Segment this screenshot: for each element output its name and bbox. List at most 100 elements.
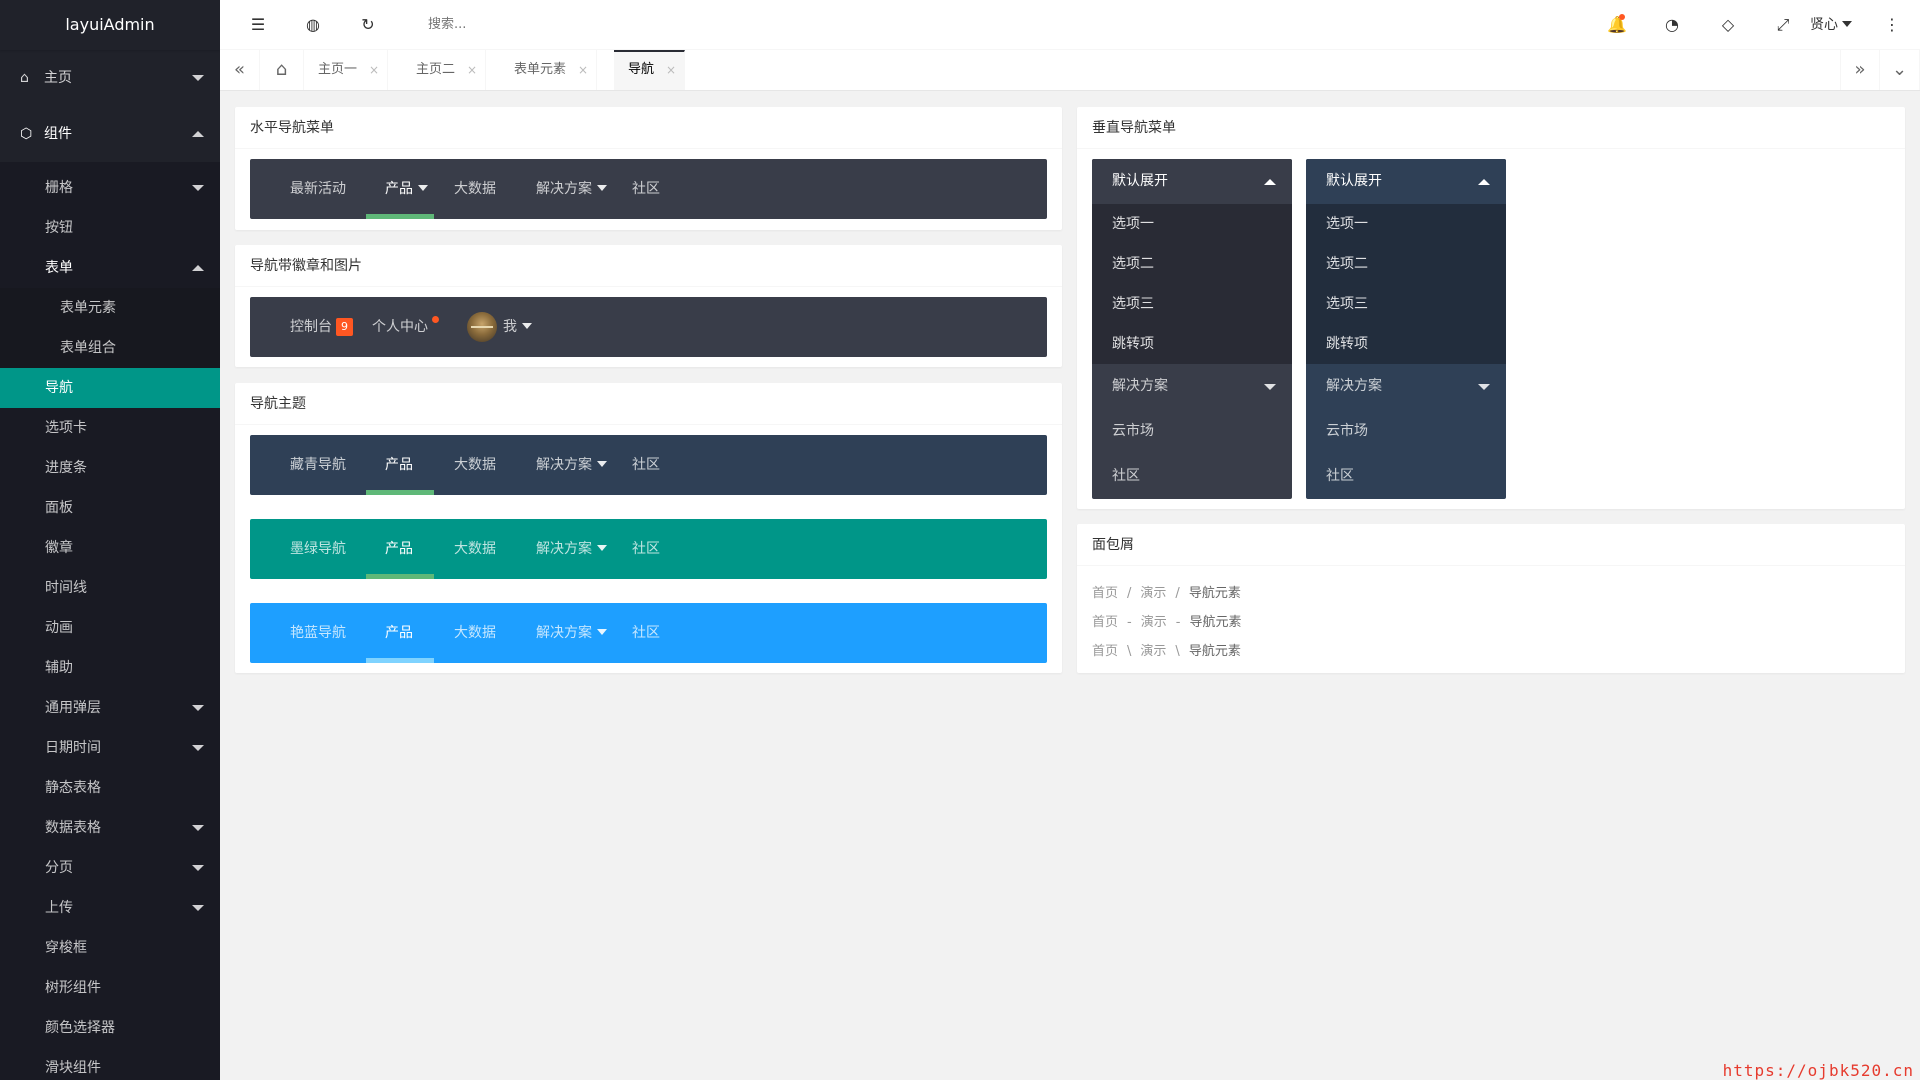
tab-label: 表单元素	[514, 62, 567, 77]
tab-item[interactable]: 主页二 ×	[402, 50, 487, 90]
vertical-nav-header[interactable]: 默认展开	[1092, 159, 1292, 204]
sidebar-item[interactable]: 徽章	[0, 528, 220, 568]
vertical-nav-item[interactable]: 云市场	[1306, 409, 1506, 454]
sidebar-item-form-elements[interactable]: 表单元素	[0, 288, 220, 328]
vertical-nav-subitem[interactable]: 选项一	[1092, 204, 1292, 244]
theme-icon[interactable]: ◔	[1652, 0, 1692, 50]
refresh-icon[interactable]: ↻	[348, 0, 388, 50]
sidebar-item-label: 树形组件	[45, 980, 101, 996]
sidebar-item[interactable]: 上传	[0, 888, 220, 928]
nav-item[interactable]: 墨绿导航	[290, 519, 346, 579]
sidebar-item[interactable]: 静态表格	[0, 768, 220, 808]
bell-icon[interactable]: 🔔	[1597, 0, 1637, 50]
user-menu[interactable]: 贤心	[1810, 0, 1852, 50]
vertical-nav-header[interactable]: 默认展开	[1306, 159, 1506, 204]
nav-item[interactable]: 大数据	[454, 519, 496, 579]
nav-item[interactable]: 大数据	[454, 159, 496, 219]
nav-item[interactable]: 大数据	[454, 603, 496, 663]
website-icon[interactable]: ◍	[293, 0, 333, 50]
breadcrumb-link[interactable]: 首页	[1092, 582, 1118, 601]
sidebar-item[interactable]: 进度条	[0, 448, 220, 488]
vertical-nav-subitem[interactable]: 选项一	[1306, 204, 1506, 244]
nav-item-profile[interactable]: 个人中心	[372, 297, 439, 357]
close-icon[interactable]: ×	[369, 50, 379, 90]
close-icon[interactable]: ×	[666, 52, 676, 88]
sidebar-item[interactable]: 时间线	[0, 568, 220, 608]
sidebar-item[interactable]: 选项卡	[0, 408, 220, 448]
nav-item-active[interactable]: 产品	[385, 603, 413, 663]
vertical-nav-subitem[interactable]: 选项二	[1306, 244, 1506, 284]
sidebar-item[interactable]: 分页	[0, 848, 220, 888]
vertical-nav-item[interactable]: 解决方案	[1092, 364, 1292, 409]
more-icon[interactable]: ⋮	[1872, 0, 1912, 50]
chevron-down-icon	[1264, 383, 1276, 390]
nav-item-active[interactable]: 产品	[385, 519, 413, 579]
sidebar-item-button[interactable]: 按钮	[0, 208, 220, 248]
close-icon[interactable]: ×	[467, 50, 477, 90]
sidebar-item[interactable]: 穿梭框	[0, 928, 220, 968]
breadcrumb-link[interactable]: 演示	[1140, 640, 1166, 659]
nav-item[interactable]: 藏青导航	[290, 435, 346, 495]
nav-active-bar	[366, 574, 434, 579]
close-icon[interactable]: ×	[578, 50, 588, 90]
vertical-nav-subitem[interactable]: 跳转项	[1306, 324, 1506, 364]
nav-item[interactable]: 艳蓝导航	[290, 603, 346, 663]
sidebar-item[interactable]: 导航	[0, 368, 220, 408]
sidebar-item[interactable]: 数据表格	[0, 808, 220, 848]
tab-item[interactable]: 主页一 ×	[304, 50, 389, 90]
breadcrumb-link[interactable]: 演示	[1140, 582, 1166, 601]
sidebar-item-label: 日期时间	[45, 740, 101, 756]
sidebar-item-home[interactable]: ⌂ 主页	[0, 50, 220, 106]
nav-item[interactable]: 解决方案	[536, 435, 607, 495]
note-icon[interactable]: ◇	[1708, 0, 1748, 50]
nav-item[interactable]: 解决方案	[536, 519, 607, 579]
search-input[interactable]	[428, 13, 628, 37]
card-title: 水平导航菜单	[235, 107, 1062, 149]
fullscreen-icon[interactable]: ⤢	[1763, 0, 1803, 50]
nav-item-me[interactable]: 我	[467, 297, 532, 357]
vertical-nav-item[interactable]: 云市场	[1092, 409, 1292, 454]
vertical-nav-item[interactable]: 社区	[1092, 454, 1292, 499]
breadcrumb-link[interactable]: 首页	[1092, 640, 1118, 659]
nav-item[interactable]: 社区	[632, 435, 660, 495]
sidebar-item[interactable]: 通用弹层	[0, 688, 220, 728]
tabs-prev-icon[interactable]: «	[220, 50, 260, 90]
sidebar-item[interactable]: 树形组件	[0, 968, 220, 1008]
nav-item[interactable]: 社区	[632, 519, 660, 579]
nav-item[interactable]: 社区	[632, 159, 660, 219]
vertical-nav-subitem[interactable]: 跳转项	[1092, 324, 1292, 364]
sidebar-item-form[interactable]: 表单	[0, 248, 220, 288]
sidebar-item[interactable]: 日期时间	[0, 728, 220, 768]
tab-item[interactable]: 导航 ×	[614, 50, 686, 90]
menu-fold-icon[interactable]: ☰	[238, 0, 278, 50]
tabs-dropdown-icon[interactable]: ⌄	[1880, 50, 1920, 90]
home-tab-icon[interactable]: ⌂	[260, 50, 304, 90]
breadcrumb-link[interactable]: 首页	[1092, 611, 1118, 630]
breadcrumb-link[interactable]: 演示	[1141, 611, 1167, 630]
vertical-nav-subitem[interactable]: 选项三	[1092, 284, 1292, 324]
nav-item-console[interactable]: 控制台 9	[290, 297, 353, 357]
sidebar-item[interactable]: 滑块组件	[0, 1048, 220, 1080]
nav-item[interactable]: 社区	[632, 603, 660, 663]
nav-item-active[interactable]: 产品	[385, 435, 413, 495]
sidebar-item-components[interactable]: ⬡ 组件	[0, 106, 220, 162]
vertical-nav-item[interactable]: 社区	[1306, 454, 1506, 499]
nav-item[interactable]: 大数据	[454, 435, 496, 495]
nav-item-dropdown[interactable]: 解决方案	[536, 159, 607, 219]
app-logo[interactable]: layuiAdmin	[0, 0, 220, 50]
tabs-next-icon[interactable]: »	[1840, 50, 1880, 90]
vertical-nav-item[interactable]: 解决方案	[1306, 364, 1506, 409]
sidebar-item[interactable]: 面板	[0, 488, 220, 528]
nav-item[interactable]: 最新活动	[290, 159, 346, 219]
nav-item-label: 我	[503, 319, 517, 335]
sidebar-item[interactable]: 动画	[0, 608, 220, 648]
sidebar-item-grid[interactable]: 栅格	[0, 168, 220, 208]
nav-item-active[interactable]: 产品	[385, 159, 428, 219]
tab-item[interactable]: 表单元素 ×	[500, 50, 598, 90]
vertical-nav-subitem[interactable]: 选项二	[1092, 244, 1292, 284]
sidebar-item[interactable]: 辅助	[0, 648, 220, 688]
sidebar-item-form-combo[interactable]: 表单组合	[0, 328, 220, 368]
nav-item[interactable]: 解决方案	[536, 603, 607, 663]
sidebar-item[interactable]: 颜色选择器	[0, 1008, 220, 1048]
vertical-nav-subitem[interactable]: 选项三	[1306, 284, 1506, 324]
